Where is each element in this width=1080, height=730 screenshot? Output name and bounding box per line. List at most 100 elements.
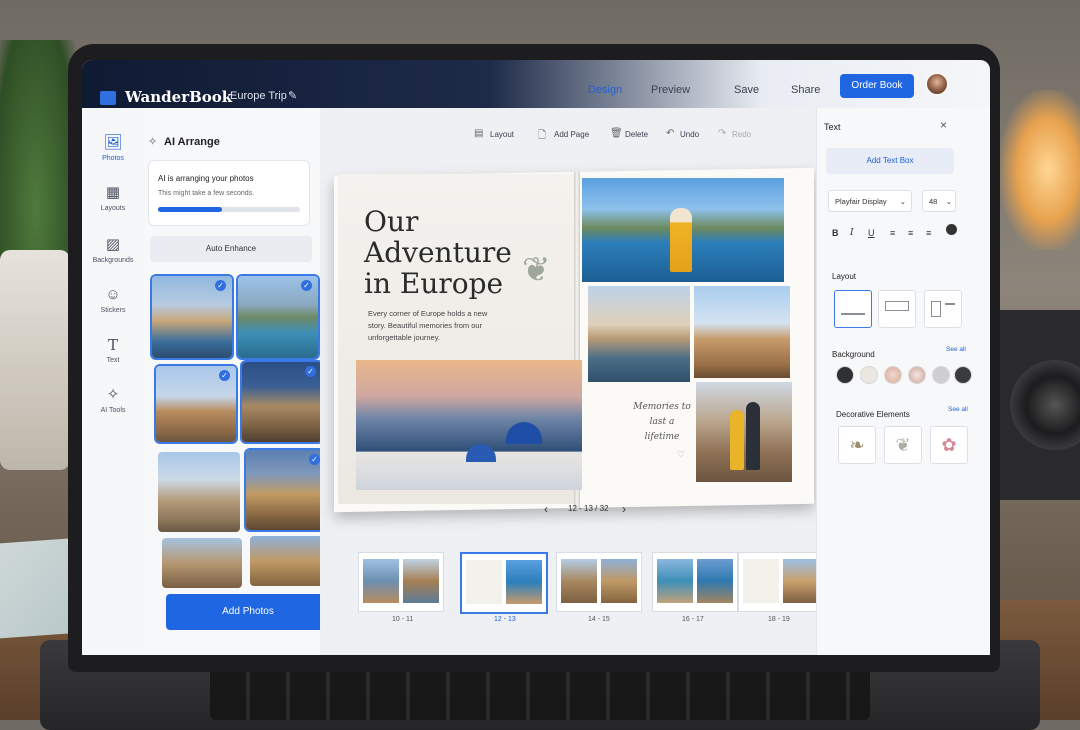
layout-option[interactable] [878, 290, 916, 328]
thumbnail-spread[interactable] [738, 552, 824, 612]
background-see-all-link[interactable]: See all [946, 346, 966, 353]
rail-label: Photos [102, 155, 124, 162]
background-swatch[interactable] [860, 366, 878, 384]
share-button[interactable]: Share [791, 84, 820, 96]
prev-page-arrow[interactable]: ‹ [544, 502, 548, 516]
photo-thumbnail[interactable] [158, 452, 240, 532]
person-figure [730, 410, 744, 470]
rail-label: Backgrounds [92, 257, 134, 264]
close-icon[interactable]: × [940, 118, 947, 132]
dome-shape [466, 444, 496, 462]
checkmark-icon: ✓ [215, 280, 226, 291]
trash-icon: 🗑 [610, 128, 623, 139]
decorative-section-title: Decorative Elements [836, 410, 910, 419]
font-size-select[interactable]: 48 ⌄ [922, 190, 956, 212]
spread-photo-santorini[interactable] [356, 360, 582, 490]
spread-body-text[interactable]: Every corner of Europe holds a new story… [368, 308, 498, 344]
background-swatch[interactable] [932, 366, 950, 384]
rail-item-stickers[interactable]: ☺ Stickers [82, 286, 144, 314]
background-swatch[interactable] [954, 366, 972, 384]
decorative-see-all-link[interactable]: See all [948, 406, 968, 413]
text-color-swatch[interactable] [946, 224, 957, 235]
toolbar-redo[interactable]: Redo [732, 130, 751, 139]
toolbar-add-page[interactable]: Add Page [554, 130, 589, 139]
save-button[interactable]: Save [734, 84, 759, 96]
rail-item-photos[interactable]: 🖼 Photos [82, 134, 144, 162]
rail-label: Stickers [100, 307, 126, 314]
toolbar-undo[interactable]: Undo [680, 130, 699, 139]
avatar[interactable] [926, 73, 948, 95]
background-swatch[interactable] [884, 366, 902, 384]
toolbar-delete[interactable]: Delete [625, 130, 648, 139]
background-swatch[interactable] [908, 366, 926, 384]
align-right-icon[interactable]: ≡ [926, 228, 931, 238]
thumbnail-spread[interactable] [652, 552, 738, 612]
app-name: WanderBook [125, 88, 233, 106]
thumbnail-spread[interactable] [358, 552, 444, 612]
thumbnail-spread-active[interactable] [460, 552, 548, 614]
spread-photo-colosseum[interactable] [694, 286, 790, 378]
photo-thumbnail[interactable]: ✓ [238, 276, 318, 358]
image-icon: 🖼 [103, 134, 123, 151]
layout-box [885, 301, 909, 311]
order-book-button[interactable]: Order Book [840, 74, 914, 98]
checkmark-icon: ✓ [309, 454, 320, 465]
auto-enhance-button[interactable]: Auto Enhance [150, 236, 312, 262]
tab-preview[interactable]: Preview [651, 84, 690, 96]
thumbnail-label: 10 - 11 [392, 616, 414, 623]
font-family-select[interactable]: Playfair Display ⌄ [828, 190, 912, 212]
panel-title: AI Arrange [164, 136, 220, 148]
checkmark-icon: ✓ [219, 370, 230, 381]
headline-line: Our [364, 205, 419, 238]
flower-sticker-icon[interactable]: ✿ [930, 426, 968, 464]
text-icon: T [107, 336, 118, 354]
photo-thumbnail[interactable]: ✓ [152, 276, 232, 358]
thumb-image [561, 559, 597, 603]
rail-item-layouts[interactable]: ▦ Layouts [82, 184, 144, 212]
align-center-icon[interactable]: ≡ [908, 228, 913, 238]
project-name[interactable]: Europe Trip [230, 90, 287, 102]
add-photos-button[interactable]: Add Photos [166, 594, 330, 630]
undo-icon: ↶ [666, 128, 675, 139]
pencil-icon[interactable]: ✎ [288, 89, 297, 102]
thumb-page [466, 560, 502, 604]
rail-item-text[interactable]: T Text [82, 336, 144, 364]
progress-fill [158, 207, 222, 212]
photo-thumbnail[interactable]: ✓ [246, 450, 326, 530]
checkmark-icon: ✓ [301, 280, 312, 291]
spread-photo-venice[interactable] [588, 286, 690, 382]
background-swatch[interactable] [836, 366, 854, 384]
thumbnail-spread[interactable] [556, 552, 642, 612]
photo-thumbnail[interactable]: ✓ [242, 362, 322, 442]
next-page-arrow[interactable]: › [622, 502, 626, 516]
tab-design[interactable]: Design [588, 84, 622, 96]
layout-option[interactable] [834, 290, 872, 328]
photo-thumbnail[interactable] [250, 536, 328, 586]
layout-section-title: Layout [832, 272, 857, 281]
thumbnail-label: 14 - 15 [588, 616, 610, 623]
spread-photo-coast[interactable] [582, 178, 784, 282]
italic-button[interactable]: I [850, 228, 854, 238]
panel-title: Text [824, 122, 841, 132]
leaf-sticker-icon[interactable]: ❧ [838, 426, 876, 464]
leaf-decoration: ❦ [522, 251, 551, 289]
align-left-icon[interactable]: ≡ [890, 228, 895, 238]
underline-button[interactable]: U [868, 228, 875, 238]
smiley-icon: ☺ [105, 286, 121, 303]
branch-sticker-icon[interactable]: ❦ [884, 426, 922, 464]
background-section-title: Background [832, 350, 875, 359]
layout-option[interactable] [924, 290, 962, 328]
redo-icon: ↷ [718, 128, 727, 139]
toolbar-layout[interactable]: Layout [490, 130, 514, 139]
add-text-box-button[interactable]: Add Text Box [826, 148, 954, 174]
dome-shape [506, 422, 542, 444]
bold-button[interactable]: B [832, 228, 839, 238]
layout-icon: ▤ [474, 128, 484, 139]
rail-item-backgrounds[interactable]: ▨ Backgrounds [82, 236, 144, 264]
layout-box [931, 301, 941, 317]
rail-item-ai-tools[interactable]: ✧ AI Tools [82, 386, 144, 414]
photo-thumbnail[interactable] [162, 538, 242, 588]
photo-thumbnail[interactable]: ✓ [156, 366, 236, 442]
handwritten-caption[interactable]: Memories to last a lifetime [632, 400, 692, 445]
spread-photo-couple[interactable] [696, 382, 792, 482]
